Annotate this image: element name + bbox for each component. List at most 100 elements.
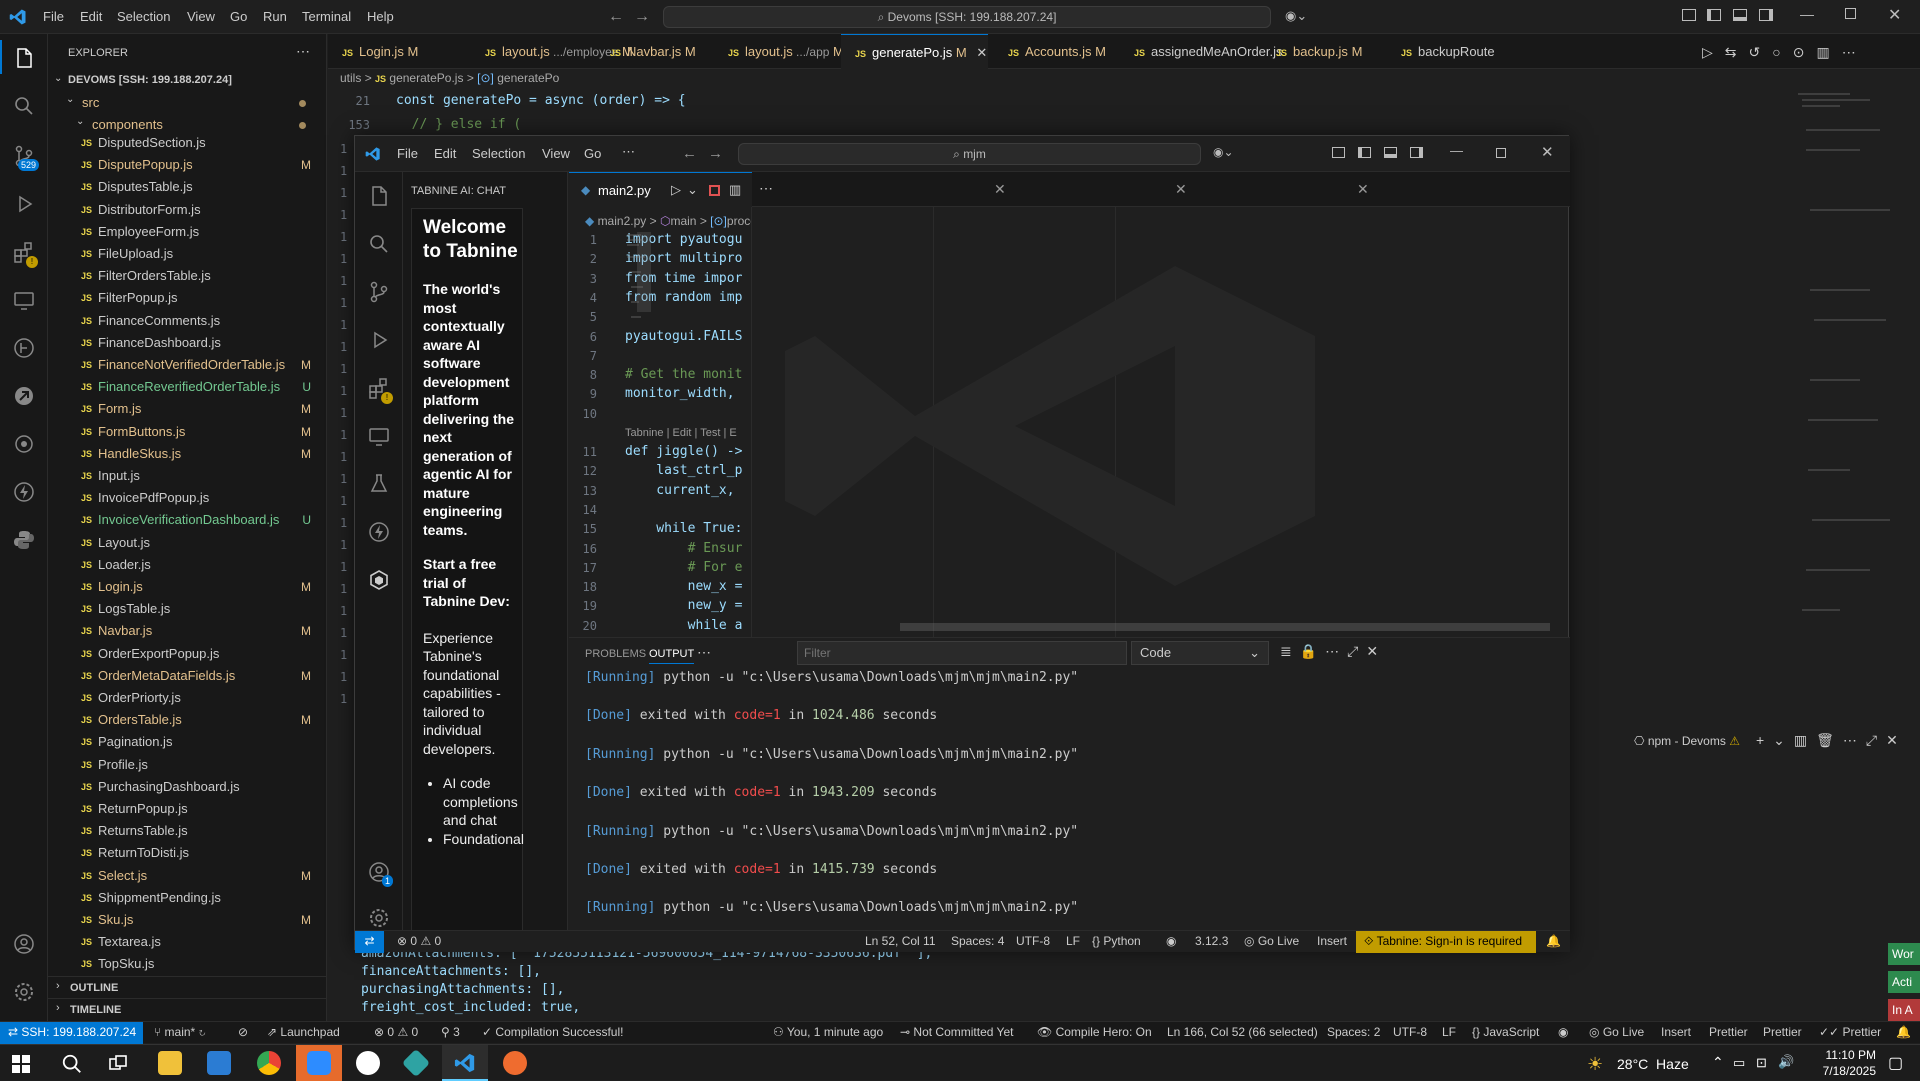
search-icon[interactable] bbox=[61, 1053, 83, 1075]
notification-badge[interactable]: In A bbox=[1888, 999, 1920, 1021]
chrome-icon[interactable] bbox=[257, 1051, 281, 1075]
live-share-icon[interactable] bbox=[12, 384, 36, 408]
vscode-taskbar-button[interactable] bbox=[442, 1045, 488, 1081]
source-control-icon[interactable] bbox=[367, 280, 391, 304]
back-arrow-icon[interactable]: ← bbox=[608, 8, 624, 26]
file-item[interactable]: JS InvoiceVerificationDashboard.js U bbox=[48, 509, 327, 531]
go-live[interactable]: ◎ Go Live bbox=[1589, 1025, 1644, 1039]
zoom-taskbar-button[interactable] bbox=[296, 1045, 342, 1081]
more-actions-icon[interactable]: ⋯ bbox=[759, 180, 773, 197]
weather-icon[interactable]: ☀ bbox=[1587, 1054, 1603, 1075]
launchpad[interactable]: ⇗ Launchpad bbox=[267, 1025, 340, 1039]
maximize-icon[interactable] bbox=[1496, 148, 1506, 158]
editor-actions[interactable]: ▷⇆↺○⊙▥⋯ bbox=[1702, 44, 1868, 61]
toggle-sidebar-icon[interactable] bbox=[1707, 9, 1721, 21]
editor-tab[interactable]: JS generatePo.js M ✕ bbox=[841, 34, 988, 69]
run-debug-icon[interactable] bbox=[12, 192, 36, 216]
encoding[interactable]: UTF-8 bbox=[1393, 1025, 1427, 1039]
editor-tab[interactable]: JS backup.js M bbox=[1262, 34, 1382, 69]
menu-selection[interactable]: Selection bbox=[472, 146, 525, 161]
close-icon[interactable]: ✕ bbox=[1886, 732, 1907, 748]
close-group-icon[interactable]: ✕ bbox=[1175, 181, 1187, 198]
file-item[interactable]: JS LogsTable.js bbox=[48, 598, 327, 620]
file-item[interactable]: JS ReturnsTable.js bbox=[48, 820, 327, 842]
run-debug-icon[interactable] bbox=[367, 328, 391, 352]
split-editor-icon[interactable]: ▥ bbox=[1816, 44, 1841, 60]
problems-status[interactable]: ⊗ 0 ⚠ 0 bbox=[397, 934, 441, 948]
split-terminal-icon[interactable]: ▥ bbox=[1794, 732, 1816, 748]
file-explorer-icon[interactable] bbox=[158, 1051, 182, 1075]
editor-tab[interactable]: JS assignedMeAnOrder.js bbox=[1120, 34, 1283, 69]
tab-output[interactable]: OUTPUT bbox=[649, 648, 695, 664]
git-branch[interactable]: ⑂ main* ↻ bbox=[154, 1025, 206, 1039]
file-item[interactable]: JS Input.js bbox=[48, 465, 327, 487]
file-item[interactable]: JS OrdersTable.js M bbox=[48, 709, 327, 731]
menu-go[interactable]: Go bbox=[584, 146, 601, 161]
file-item[interactable]: JS HandleSkus.js M bbox=[48, 443, 327, 465]
copilot-icon[interactable]: ◉⌄ bbox=[1213, 145, 1234, 159]
run-icon[interactable]: ▷⌄ bbox=[671, 182, 704, 198]
tab-problems[interactable]: PROBLEMS bbox=[585, 648, 646, 660]
search-icon[interactable] bbox=[12, 94, 36, 118]
close-icon[interactable]: ✕ bbox=[1888, 5, 1901, 25]
command-center[interactable]: ⌕ Devoms [SSH: 199.188.207.24] bbox=[663, 6, 1271, 28]
insert-mode[interactable]: Insert bbox=[1317, 934, 1347, 948]
maximize-panel-icon[interactable]: ⤢ bbox=[1347, 643, 1366, 659]
language-mode[interactable]: {} JavaScript bbox=[1472, 1025, 1539, 1039]
back-arrow-icon[interactable]: ← bbox=[682, 145, 697, 162]
menu-edit[interactable]: Edit bbox=[434, 146, 456, 161]
eol[interactable]: LF bbox=[1442, 1025, 1456, 1039]
revert-icon[interactable]: ↺ bbox=[1749, 44, 1773, 60]
app-icon[interactable] bbox=[401, 1048, 431, 1078]
notification-center-icon[interactable]: ▢ bbox=[1888, 1053, 1903, 1073]
lock-icon[interactable]: 🔒 bbox=[1300, 643, 1325, 659]
compare-icon[interactable]: ⇆ bbox=[1725, 44, 1749, 60]
timeline-section[interactable]: › TIMELINE bbox=[48, 998, 327, 1020]
file-item[interactable]: JS DisputePopup.js M bbox=[48, 154, 327, 176]
copilot-status-icon[interactable]: ◉ bbox=[1166, 934, 1176, 948]
file-item[interactable]: JS ReturnToDisti.js bbox=[48, 842, 327, 864]
toggle-sidebar-icon[interactable] bbox=[1358, 147, 1371, 158]
gitlens-icon[interactable] bbox=[12, 432, 36, 456]
editor-tab[interactable]: JS layout.js .../employee M bbox=[471, 34, 633, 69]
codelens[interactable]: Tabnine | Edit | Test | E bbox=[625, 427, 737, 439]
editor-tab[interactable]: JS Navbar.js M bbox=[596, 34, 709, 69]
more-actions-icon[interactable]: ⋯ bbox=[1842, 44, 1868, 60]
file-item[interactable]: JS FinanceComments.js bbox=[48, 310, 327, 332]
minimize-icon[interactable]: — bbox=[1800, 6, 1814, 22]
outline-section[interactable]: › OUTLINE bbox=[48, 976, 327, 998]
folder-src[interactable]: ⌄ src bbox=[48, 92, 327, 114]
panel-actions[interactable]: ≣🔒⋯⤢✕ bbox=[1280, 643, 1386, 660]
accounts-icon[interactable] bbox=[12, 932, 36, 956]
file-item[interactable]: JS Layout.js bbox=[48, 532, 327, 554]
file-item[interactable]: JS Textarea.js bbox=[48, 931, 327, 953]
copilot-status-icon[interactable]: ⊘ bbox=[238, 1025, 248, 1039]
more-actions-icon[interactable]: ⋯ bbox=[296, 43, 310, 60]
tray-chevron-icon[interactable]: ⌃ bbox=[1712, 1054, 1724, 1071]
go-live[interactable]: ◎ Go Live bbox=[1244, 934, 1299, 948]
menu-help[interactable]: Help bbox=[367, 9, 394, 24]
horizontal-scrollbar[interactable] bbox=[900, 623, 1550, 631]
cursor-position[interactable]: Ln 52, Col 11 bbox=[865, 934, 936, 948]
menu-go[interactable]: Go bbox=[230, 9, 247, 24]
task-view-icon[interactable] bbox=[108, 1054, 128, 1074]
python-version[interactable]: 3.12.3 bbox=[1195, 934, 1228, 948]
notification-badge[interactable]: Acti bbox=[1888, 971, 1920, 993]
problems-status[interactable]: ⊗ 0 ⚠ 0 bbox=[374, 1025, 418, 1039]
copilot-status-icon[interactable]: ◉ bbox=[1558, 1025, 1568, 1039]
breadcrumb-item[interactable]: utils bbox=[340, 71, 361, 85]
scrollbar-thumb[interactable] bbox=[637, 232, 651, 312]
prettier-status[interactable]: Prettier bbox=[1763, 1025, 1802, 1039]
eol[interactable]: LF bbox=[1066, 934, 1080, 948]
file-item[interactable]: JS OrderPriorty.js bbox=[48, 687, 327, 709]
file-item[interactable]: JS ShippmentPending.js bbox=[48, 887, 327, 909]
file-item[interactable]: JS FileUpload.js bbox=[48, 243, 327, 265]
file-item[interactable]: JS Login.js M bbox=[48, 576, 327, 598]
explorer-icon[interactable] bbox=[12, 46, 36, 70]
notification-badge[interactable]: Wor bbox=[1888, 943, 1920, 965]
settings-gear-icon[interactable] bbox=[367, 906, 391, 930]
menu-terminal[interactable]: Terminal bbox=[302, 9, 351, 24]
toggle-panel-icon[interactable] bbox=[1733, 9, 1747, 21]
file-item[interactable]: JS InvoicePdfPopup.js bbox=[48, 487, 327, 509]
file-item[interactable]: JS Sku.js M bbox=[48, 909, 327, 931]
